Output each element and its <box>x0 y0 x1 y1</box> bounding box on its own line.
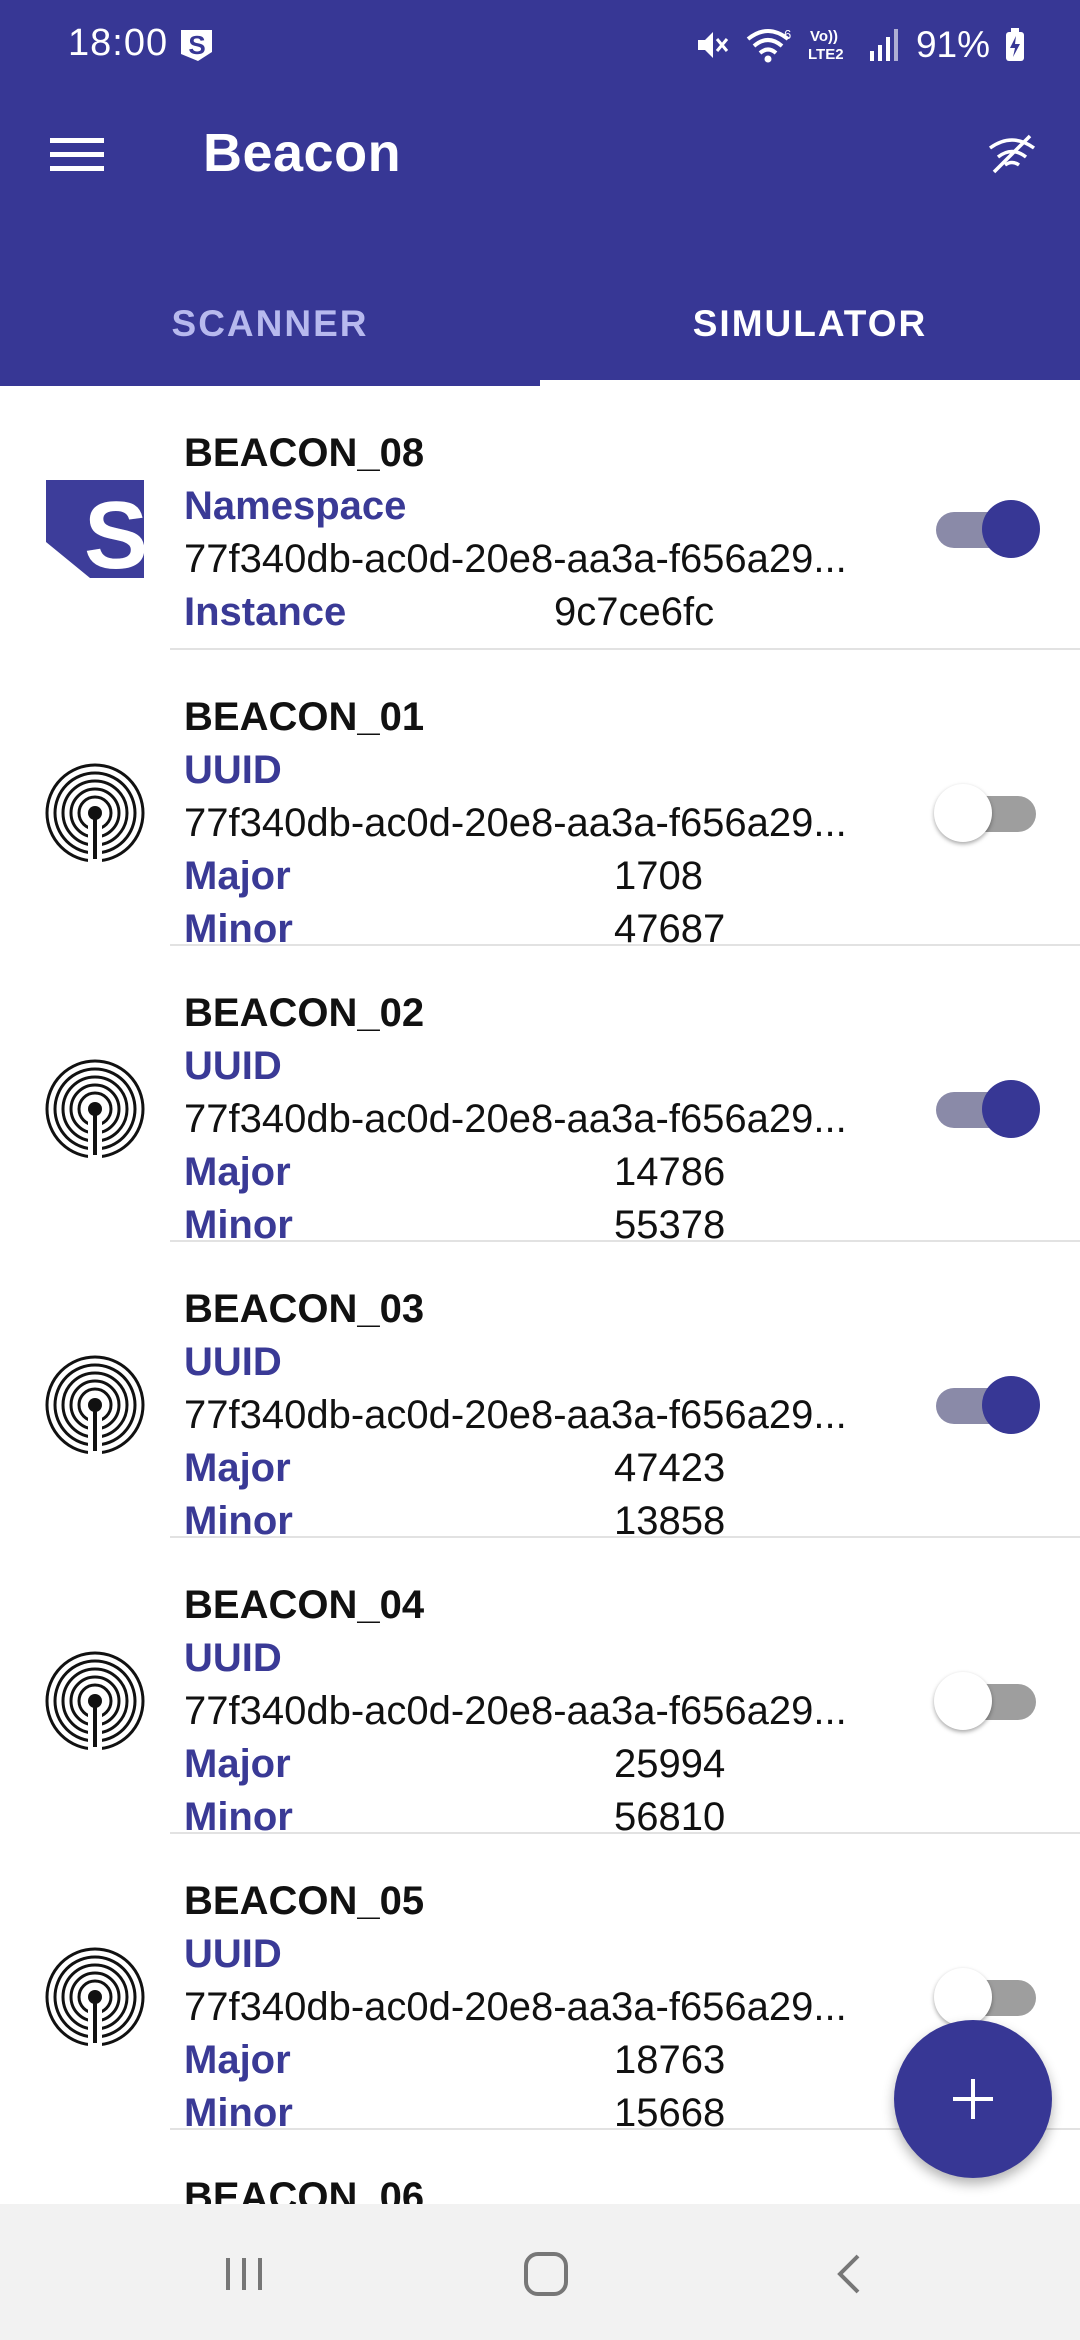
beacon-id-value: 77f340db-ac0d-20e8-aa3a-f656a29... <box>184 1393 847 1437</box>
major-row: Major 47423 <box>184 1442 924 1495</box>
beacon-id-label: UUID <box>184 748 282 792</box>
major-label: Major <box>184 2038 291 2082</box>
beacon-details: BEACON_08 Namespace 77f340db-ac0d-20e8-aa3… <box>184 426 924 639</box>
volte-icon: Vo)) LTE2 <box>808 28 844 63</box>
svg-text:S: S <box>84 482 146 580</box>
major-value: 14786 <box>614 1150 726 1194</box>
beacon-list-item[interactable]: BEACON_01 UUID 77f340db-ac0d-20e8-aa3a-f65… <box>0 650 1080 951</box>
major-value: 1708 <box>614 854 703 898</box>
status-icons: 6 Vo)) LTE2 91% <box>694 20 1026 70</box>
recent-apps-icon[interactable] <box>214 2244 274 2304</box>
beacon-details: BEACON_01 UUID 77f340db-ac0d-20e8-aa3a-f65… <box>184 690 924 956</box>
menu-icon[interactable] <box>50 136 104 174</box>
major-row: Major 18763 <box>184 2034 924 2087</box>
toggle-knob <box>982 1080 1040 1138</box>
svg-text:Vo)): Vo)) <box>810 28 838 45</box>
mute-icon <box>697 32 729 58</box>
beacon-id-value: 77f340db-ac0d-20e8-aa3a-f656a29... <box>184 1985 847 2029</box>
svg-text:6: 6 <box>784 27 791 42</box>
tab-scanner[interactable]: SCANNER <box>0 262 540 386</box>
toggle-knob <box>982 500 1040 558</box>
beacon-signal-icon <box>45 763 145 864</box>
beacon-details: BEACON_02 UUID 77f340db-ac0d-20e8-aa3a-f65… <box>184 986 924 1252</box>
instance-label: Instance <box>184 590 347 634</box>
beacon-details: BEACON_05 UUID 77f340db-ac0d-20e8-aa3a-f65… <box>184 1874 924 2140</box>
back-icon[interactable] <box>820 2244 880 2304</box>
beacon-name: BEACON_05 <box>184 1879 425 1923</box>
svg-text:LTE2: LTE2 <box>808 46 844 63</box>
status-time: 18:00 <box>68 22 169 64</box>
tab-simulator[interactable]: SIMULATOR <box>540 262 1080 386</box>
major-label: Major <box>184 1742 291 1786</box>
toggle-knob <box>934 1672 992 1730</box>
toggle-knob <box>934 1968 992 2026</box>
bluetooth-off-icon[interactable] <box>984 126 1040 182</box>
tab-bar: SCANNER SIMULATOR <box>0 262 1080 386</box>
beacon-name: BEACON_03 <box>184 1287 425 1331</box>
wifi-icon: 6 <box>746 27 791 63</box>
beacon-enable-toggle[interactable] <box>932 1074 1040 1144</box>
instance-row: Instance 9c7ce6fc <box>184 586 924 639</box>
beacon-name: BEACON_08 <box>184 431 425 475</box>
top-app-bar: 18:00 S 6 Vo)) LTE2 91% Beacon SCANNER S… <box>0 0 1080 386</box>
beacon-id-label: UUID <box>184 1636 282 1680</box>
battery-percent: 91% <box>915 24 990 65</box>
major-row: Major 25994 <box>184 1738 924 1791</box>
beacon-name: BEACON_06 <box>184 2175 425 2204</box>
s-shield-icon: S <box>46 480 146 580</box>
shield-app-notification-icon: S <box>181 30 212 61</box>
beacon-enable-toggle[interactable] <box>932 1666 1040 1736</box>
plus-icon <box>953 2079 993 2119</box>
major-label: Major <box>184 854 291 898</box>
beacon-list[interactable]: S BEACON_08 Namespace 77f340db-ac0d-20e8-aa… <box>0 386 1080 2204</box>
beacon-list-item[interactable]: BEACON_04 UUID 77f340db-ac0d-20e8-aa3a-f65… <box>0 1538 1080 1839</box>
beacon-enable-toggle[interactable] <box>932 1370 1040 1440</box>
beacon-id-value: 77f340db-ac0d-20e8-aa3a-f656a29... <box>184 801 847 845</box>
beacon-name: BEACON_02 <box>184 991 425 1035</box>
major-label: Major <box>184 1446 291 1490</box>
beacon-list-item[interactable]: BEACON_03 UUID 77f340db-ac0d-20e8-aa3a-f65… <box>0 1242 1080 1543</box>
beacon-signal-icon <box>45 1059 145 1160</box>
beacon-list-item[interactable]: S BEACON_08 Namespace 77f340db-ac0d-20e8-aa… <box>0 386 1080 650</box>
major-row: Major 14786 <box>184 1146 924 1199</box>
beacon-enable-toggle[interactable] <box>932 778 1040 848</box>
beacon-id-value: 77f340db-ac0d-20e8-aa3a-f656a29... <box>184 1689 847 1733</box>
major-value: 25994 <box>614 1742 726 1786</box>
beacon-name: BEACON_01 <box>184 695 425 739</box>
toggle-knob <box>982 1376 1040 1434</box>
app-title: Beacon <box>203 123 402 183</box>
svg-text:S: S <box>188 30 205 60</box>
beacon-signal-icon <box>45 1355 145 1456</box>
beacon-details: BEACON_03 UUID 77f340db-ac0d-20e8-aa3a-f65… <box>184 1282 924 1548</box>
beacon-id-label: Namespace <box>184 484 407 528</box>
toggle-knob <box>934 784 992 842</box>
beacon-id-label: UUID <box>184 1340 282 1384</box>
toolbar: Beacon <box>0 96 1080 210</box>
major-label: Major <box>184 1150 291 1194</box>
major-row: Major 1708 <box>184 850 924 903</box>
signal-icon <box>869 29 898 61</box>
beacon-details: BEACON_06UUID <box>184 2170 924 2204</box>
beacon-id-label: UUID <box>184 1044 282 1088</box>
add-beacon-button[interactable] <box>894 2020 1052 2178</box>
home-icon[interactable] <box>516 2244 576 2304</box>
beacon-details: BEACON_04 UUID 77f340db-ac0d-20e8-aa3a-f65… <box>184 1578 924 1844</box>
instance-value: 9c7ce6fc <box>554 590 715 634</box>
beacon-enable-toggle[interactable] <box>932 494 1040 564</box>
major-value: 18763 <box>614 2038 726 2082</box>
beacon-id-value: 77f340db-ac0d-20e8-aa3a-f656a29... <box>184 1097 847 1141</box>
system-navigation-bar <box>0 2204 1080 2340</box>
beacon-signal-icon <box>45 1651 145 1752</box>
beacon-signal-icon <box>45 1947 145 2048</box>
beacon-name: BEACON_04 <box>184 1583 425 1627</box>
battery-charging-icon <box>1006 28 1024 61</box>
status-bar: 18:00 S 6 Vo)) LTE2 91% <box>0 0 1080 96</box>
major-value: 47423 <box>614 1446 726 1490</box>
beacon-list-item[interactable]: BEACON_02 UUID 77f340db-ac0d-20e8-aa3a-f65… <box>0 946 1080 1247</box>
beacon-id-label: UUID <box>184 1932 282 1976</box>
beacon-id-value: 77f340db-ac0d-20e8-aa3a-f656a29... <box>184 537 847 581</box>
